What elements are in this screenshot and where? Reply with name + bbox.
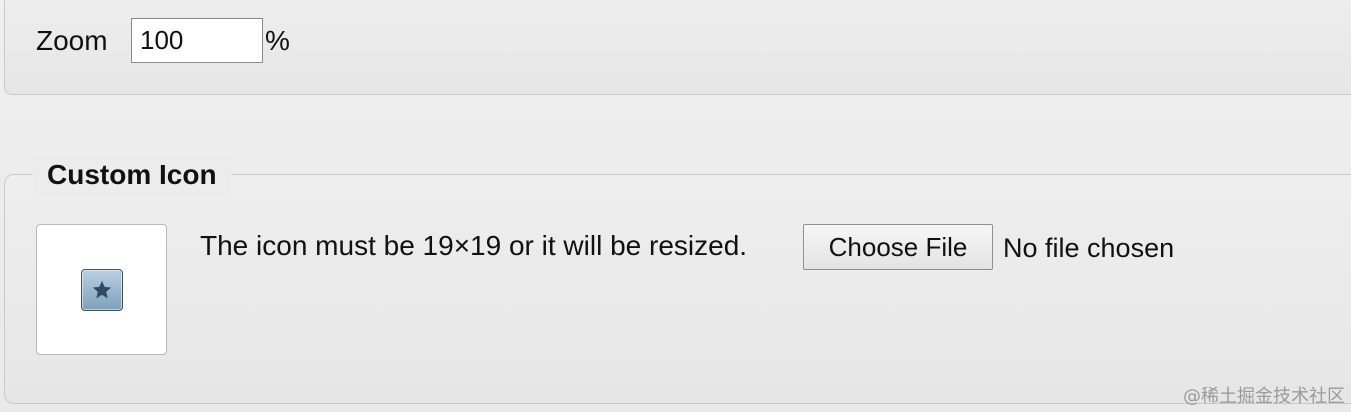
zoom-input[interactable] xyxy=(131,18,263,63)
custom-icon-panel xyxy=(4,174,1351,404)
icon-preview xyxy=(36,224,167,355)
star-icon xyxy=(81,269,123,311)
options-page: Zoom % Custom Icon The icon must be 19×1… xyxy=(0,0,1351,412)
custom-icon-legend: Custom Icon xyxy=(33,156,231,194)
watermark: @稀土掘金技术社区 xyxy=(1183,386,1345,407)
file-status: No file chosen xyxy=(1003,233,1175,263)
zoom-unit: % xyxy=(265,25,290,56)
zoom-label: Zoom xyxy=(36,25,108,56)
icon-size-hint: The icon must be 19×19 or it will be res… xyxy=(200,230,748,261)
star-glyph-icon xyxy=(92,280,112,299)
choose-file-button[interactable]: Choose File xyxy=(803,224,993,270)
